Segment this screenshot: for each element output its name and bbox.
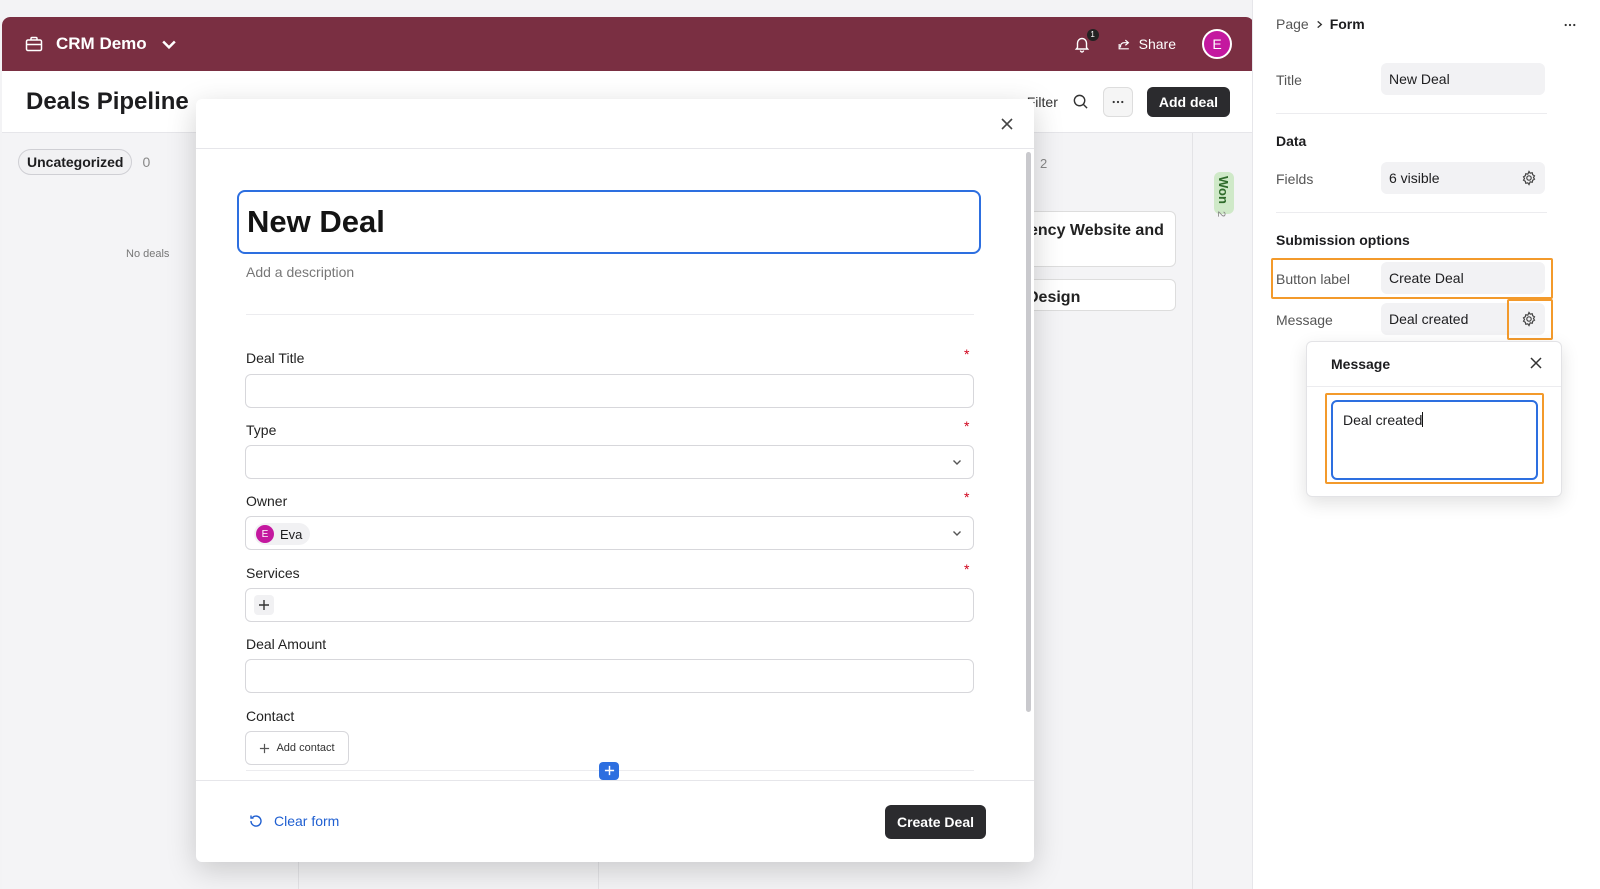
plus-icon <box>259 600 269 610</box>
required-marker: * <box>964 346 970 362</box>
share-button[interactable]: Share <box>1117 36 1176 52</box>
add-service-button[interactable] <box>254 595 274 615</box>
fields-label: Fields <box>1276 171 1314 187</box>
field-label-contact: Contact <box>246 708 295 724</box>
column-tab-won[interactable]: Won <box>1214 172 1234 214</box>
column-count: 2 <box>1040 156 1048 171</box>
close-icon[interactable] <box>998 115 1016 133</box>
create-deal-button[interactable]: Create Deal <box>884 805 986 839</box>
field-label-deal-amount: Deal Amount <box>246 636 327 652</box>
notification-badge: 1 <box>1086 29 1099 41</box>
share-icon <box>1118 39 1129 50</box>
required-marker: * <box>964 489 970 505</box>
fields-value: 6 visible <box>1389 170 1440 186</box>
chevron-down-icon <box>953 460 961 465</box>
avatar: E <box>256 525 274 543</box>
field-label-services: Services <box>246 565 300 581</box>
chevron-right-icon <box>1316 20 1323 28</box>
plus-icon <box>604 765 614 776</box>
add-contact-button[interactable]: Add contact <box>245 731 349 765</box>
briefcase-icon <box>25 36 43 52</box>
form-title-input[interactable]: New Deal <box>237 190 981 254</box>
page-title: Deals Pipeline <box>26 87 189 115</box>
more-icon <box>1564 23 1576 27</box>
modal-header <box>196 99 1034 149</box>
app-switcher[interactable]: CRM Demo <box>24 34 179 54</box>
breadcrumb-form: Form <box>1329 16 1365 32</box>
divider <box>1276 212 1547 213</box>
services-input[interactable] <box>245 588 974 622</box>
column-count: 0 <box>142 154 151 170</box>
breadcrumb: Page Form <box>1276 16 1365 32</box>
field-label-type: Type <box>246 422 277 438</box>
modal-scrollbar[interactable] <box>1026 152 1031 712</box>
highlight-message-settings <box>1507 299 1553 340</box>
deal-card-title: ency Website and <box>1029 222 1164 239</box>
column-count: 2 <box>1215 210 1228 218</box>
title-value: New Deal <box>1389 71 1450 87</box>
empty-column-message: No deals <box>126 248 170 260</box>
chevron-down-icon <box>161 40 176 50</box>
chevron-down-icon <box>953 531 961 536</box>
form-title: New Deal <box>247 204 385 239</box>
fields-selector[interactable]: 6 visible <box>1381 162 1545 194</box>
type-select[interactable] <box>245 445 974 479</box>
deal-card[interactable]: Design <box>1012 279 1176 311</box>
deal-card[interactable]: ency Website and <box>1012 211 1176 267</box>
gear-icon[interactable] <box>1521 170 1537 186</box>
refresh-icon <box>250 815 262 827</box>
required-marker: * <box>964 418 970 434</box>
deal-amount-input[interactable] <box>245 659 974 693</box>
description-input[interactable]: Add a description <box>246 264 354 280</box>
notifications-button[interactable]: 1 <box>1073 29 1099 53</box>
column-divider <box>1192 133 1193 889</box>
owner-select[interactable]: E Eva <box>245 516 974 550</box>
share-label: Share <box>1138 36 1176 52</box>
data-section-title: Data <box>1276 133 1307 149</box>
add-field-button[interactable] <box>599 762 619 780</box>
clear-form-label: Clear form <box>274 813 340 829</box>
column-label[interactable]: Uncategorized <box>18 149 133 175</box>
owner-name: Eva <box>280 526 303 542</box>
app-topbar: CRM Demo 1 Share E <box>2 17 1254 71</box>
popover-title: Message <box>1331 356 1391 372</box>
title-label: Title <box>1276 72 1302 88</box>
modal-footer: Clear form Create Deal <box>196 780 1034 862</box>
close-icon[interactable] <box>1529 356 1543 370</box>
plus-icon <box>260 743 270 753</box>
add-deal-button[interactable]: Add deal <box>1146 86 1230 117</box>
divider <box>1276 113 1547 114</box>
search-icon[interactable] <box>1072 93 1089 110</box>
user-avatar[interactable]: E <box>1202 29 1232 59</box>
panel-more-button[interactable] <box>1564 14 1576 32</box>
divider <box>246 314 974 315</box>
add-contact-label: Add contact <box>276 742 335 754</box>
highlight-button-label <box>1271 258 1553 299</box>
message-value: Deal created <box>1389 311 1469 327</box>
more-icon <box>1112 100 1124 103</box>
divider <box>1307 386 1561 387</box>
highlight-message-textarea <box>1325 393 1544 484</box>
more-options-button[interactable] <box>1102 86 1133 117</box>
submission-section-title: Submission options <box>1276 232 1410 248</box>
column-label: Won <box>1216 176 1231 204</box>
title-input[interactable]: New Deal <box>1381 63 1545 95</box>
required-marker: * <box>964 561 970 577</box>
form-modal: New Deal Add a description Deal Title * … <box>196 99 1034 862</box>
column-header-uncategorized: Uncategorized 0 <box>18 149 150 175</box>
modal-body: New Deal Add a description Deal Title * … <box>196 150 1022 778</box>
field-label-deal-title: Deal Title <box>246 350 305 366</box>
field-label-owner: Owner <box>246 493 288 509</box>
breadcrumb-page[interactable]: Page <box>1276 16 1309 32</box>
clear-form-button[interactable]: Clear form <box>248 813 339 829</box>
deal-title-input[interactable] <box>245 374 974 408</box>
app-name: CRM Demo <box>56 34 147 53</box>
owner-chip: E Eva <box>254 523 311 545</box>
message-label: Message <box>1276 312 1333 328</box>
deal-card-title: Design <box>1027 289 1081 306</box>
